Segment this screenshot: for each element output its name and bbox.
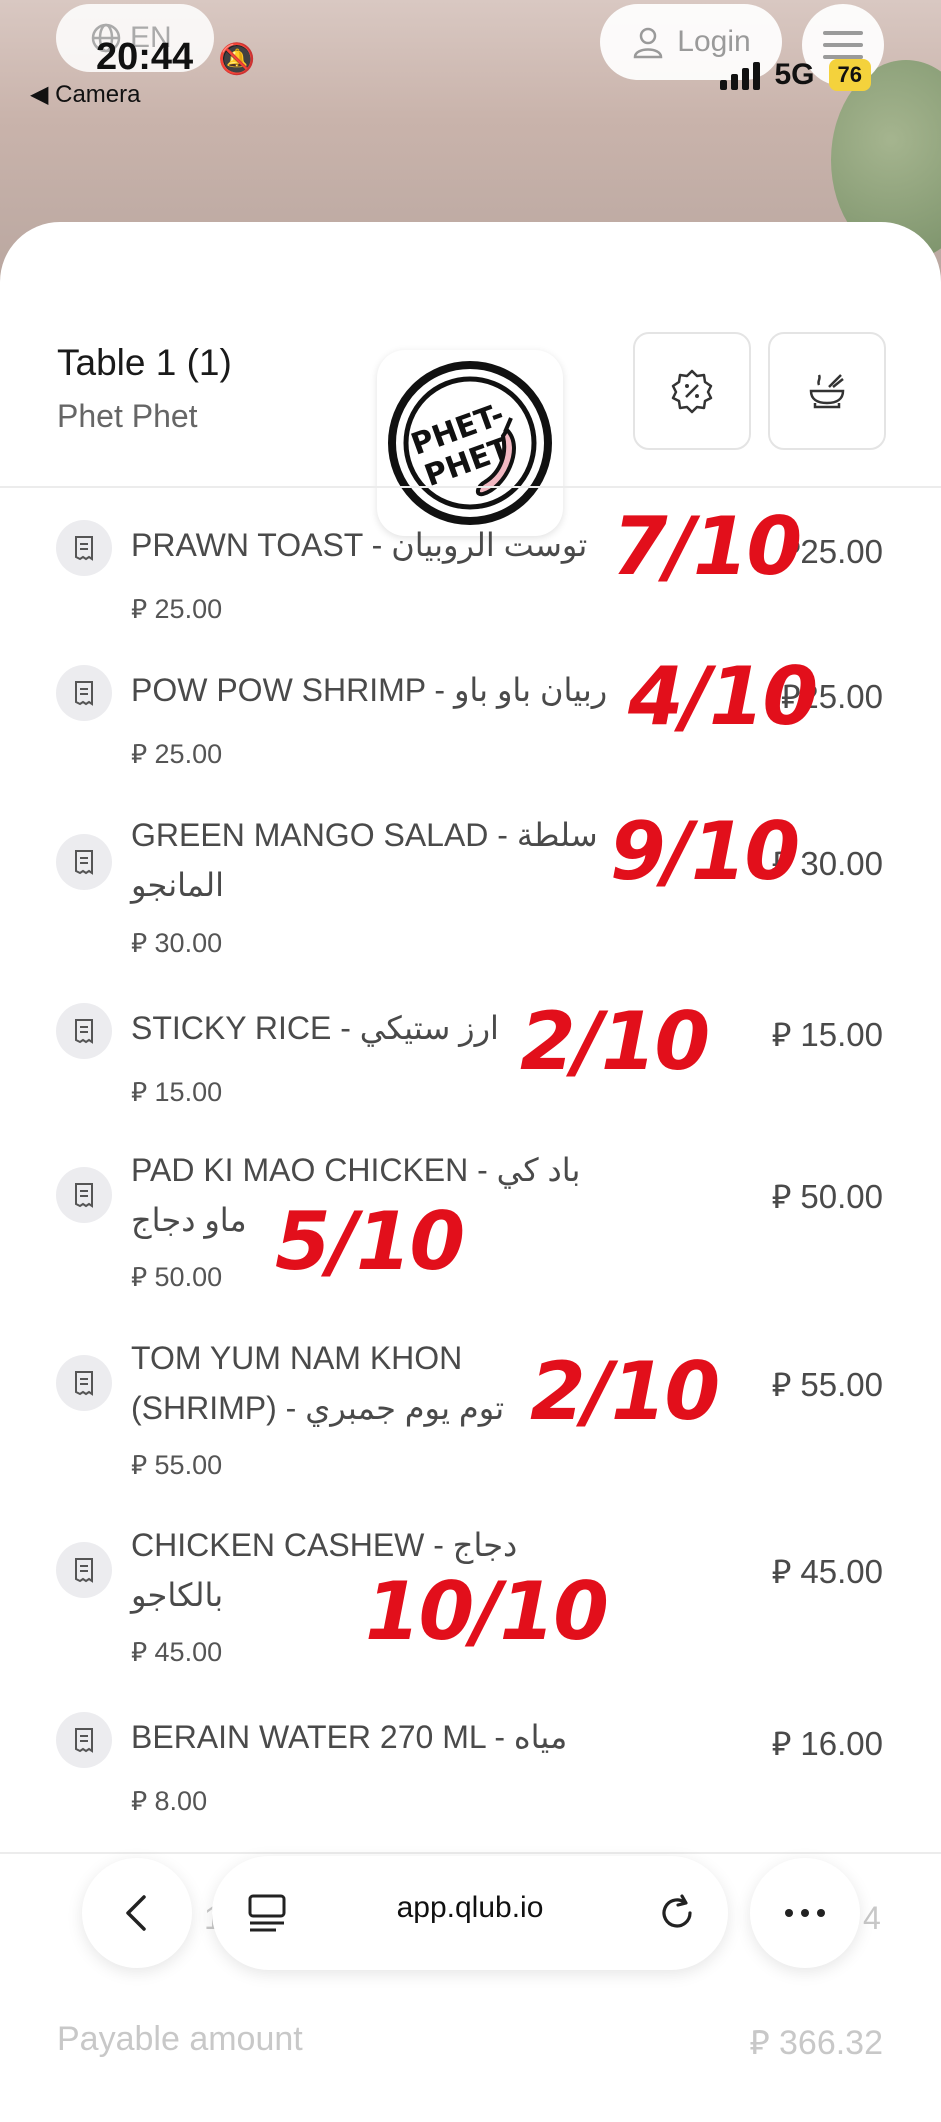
discount-button[interactable]	[633, 332, 751, 450]
item-unit-price: ⃁ 30.00	[131, 928, 223, 958]
handwritten-rating: 2/10	[530, 1345, 720, 1438]
battery-level: 76	[828, 59, 871, 91]
more-options-button[interactable]	[750, 1858, 860, 1968]
bottom-divider	[0, 1852, 941, 1854]
more-icon	[785, 1909, 793, 1917]
signal-icon	[720, 60, 761, 90]
payable-amount: ⃁ 366.32	[749, 2024, 883, 2062]
chevron-left-icon	[126, 1895, 146, 1931]
user-icon	[634, 27, 663, 59]
network-type: 5G	[774, 58, 815, 91]
item-name: BERAIN WATER 270 ML - مياه	[131, 1719, 568, 1755]
bell-muted-icon: 🔕	[218, 43, 256, 76]
partial-amount: 4	[863, 1900, 881, 1936]
restaurant-name: Phet Phet	[57, 398, 198, 434]
receipt-icon	[56, 665, 112, 721]
item-name: PRAWN TOAST - توست الروبيان	[131, 527, 588, 563]
login-label: Login	[677, 25, 751, 58]
handwritten-rating: 2/10	[520, 995, 710, 1088]
status-indicators: 5G 76	[720, 58, 871, 92]
handwritten-rating: 10/10	[365, 1565, 609, 1658]
payable-label: Payable amount	[57, 2020, 303, 2058]
food-bowl-icon	[809, 374, 845, 409]
handwritten-rating: 4/10	[628, 650, 818, 743]
receipt-icon	[56, 1355, 112, 1411]
handwritten-rating: 5/10	[275, 1195, 465, 1288]
item-total-price: ⃁ 55.00	[771, 1366, 883, 1403]
item-unit-price: ⃁ 45.00	[131, 1637, 223, 1667]
reload-icon[interactable]	[656, 1892, 698, 1934]
url-text: app.qlub.io	[396, 1891, 544, 1924]
item-name: GREEN MANGO SALAD - سلطة المانجو	[131, 817, 598, 903]
item-unit-price: ⃁ 50.00	[131, 1262, 223, 1292]
discount-badge-icon	[671, 369, 713, 414]
item-total-price: ⃁ 16.00	[771, 1725, 883, 1762]
item-unit-price: ⃁ 25.00	[131, 739, 223, 769]
header-divider	[0, 486, 941, 488]
item-unit-price: ⃁ 55.00	[131, 1450, 223, 1480]
receipt-icon	[56, 1003, 112, 1059]
receipt-icon	[56, 1712, 112, 1768]
restaurant-logo: PHET- PHET	[377, 350, 563, 536]
item-name: POW POW SHRIMP - ربيان باو باو	[131, 672, 608, 708]
status-time: 20:44	[96, 36, 194, 78]
receipt-icon	[56, 520, 112, 576]
item-total-price: ⃁ 50.00	[771, 1178, 883, 1215]
item-unit-price: ⃁ 8.00	[131, 1786, 208, 1816]
table-name: Table 1 (1)	[57, 342, 232, 383]
address-bar[interactable]: app.qlub.io	[212, 1856, 728, 1970]
handwritten-rating: 7/10	[612, 500, 802, 593]
menu-icon	[823, 31, 863, 35]
receipt-icon	[56, 834, 112, 890]
order-menu-button[interactable]	[768, 332, 886, 450]
receipt-icon	[56, 1542, 112, 1598]
item-unit-price: ⃁ 15.00	[131, 1077, 223, 1107]
item-total-price: ⃁ 45.00	[771, 1553, 883, 1590]
handwritten-rating: 9/10	[610, 805, 800, 898]
item-unit-price: ⃁ 25.00	[131, 594, 223, 624]
back-to-app[interactable]: ◀ Camera	[30, 80, 140, 109]
browser-back-button[interactable]	[82, 1858, 192, 1968]
item-total-price: ⃁ 15.00	[771, 1016, 883, 1053]
receipt-icon	[56, 1167, 112, 1223]
